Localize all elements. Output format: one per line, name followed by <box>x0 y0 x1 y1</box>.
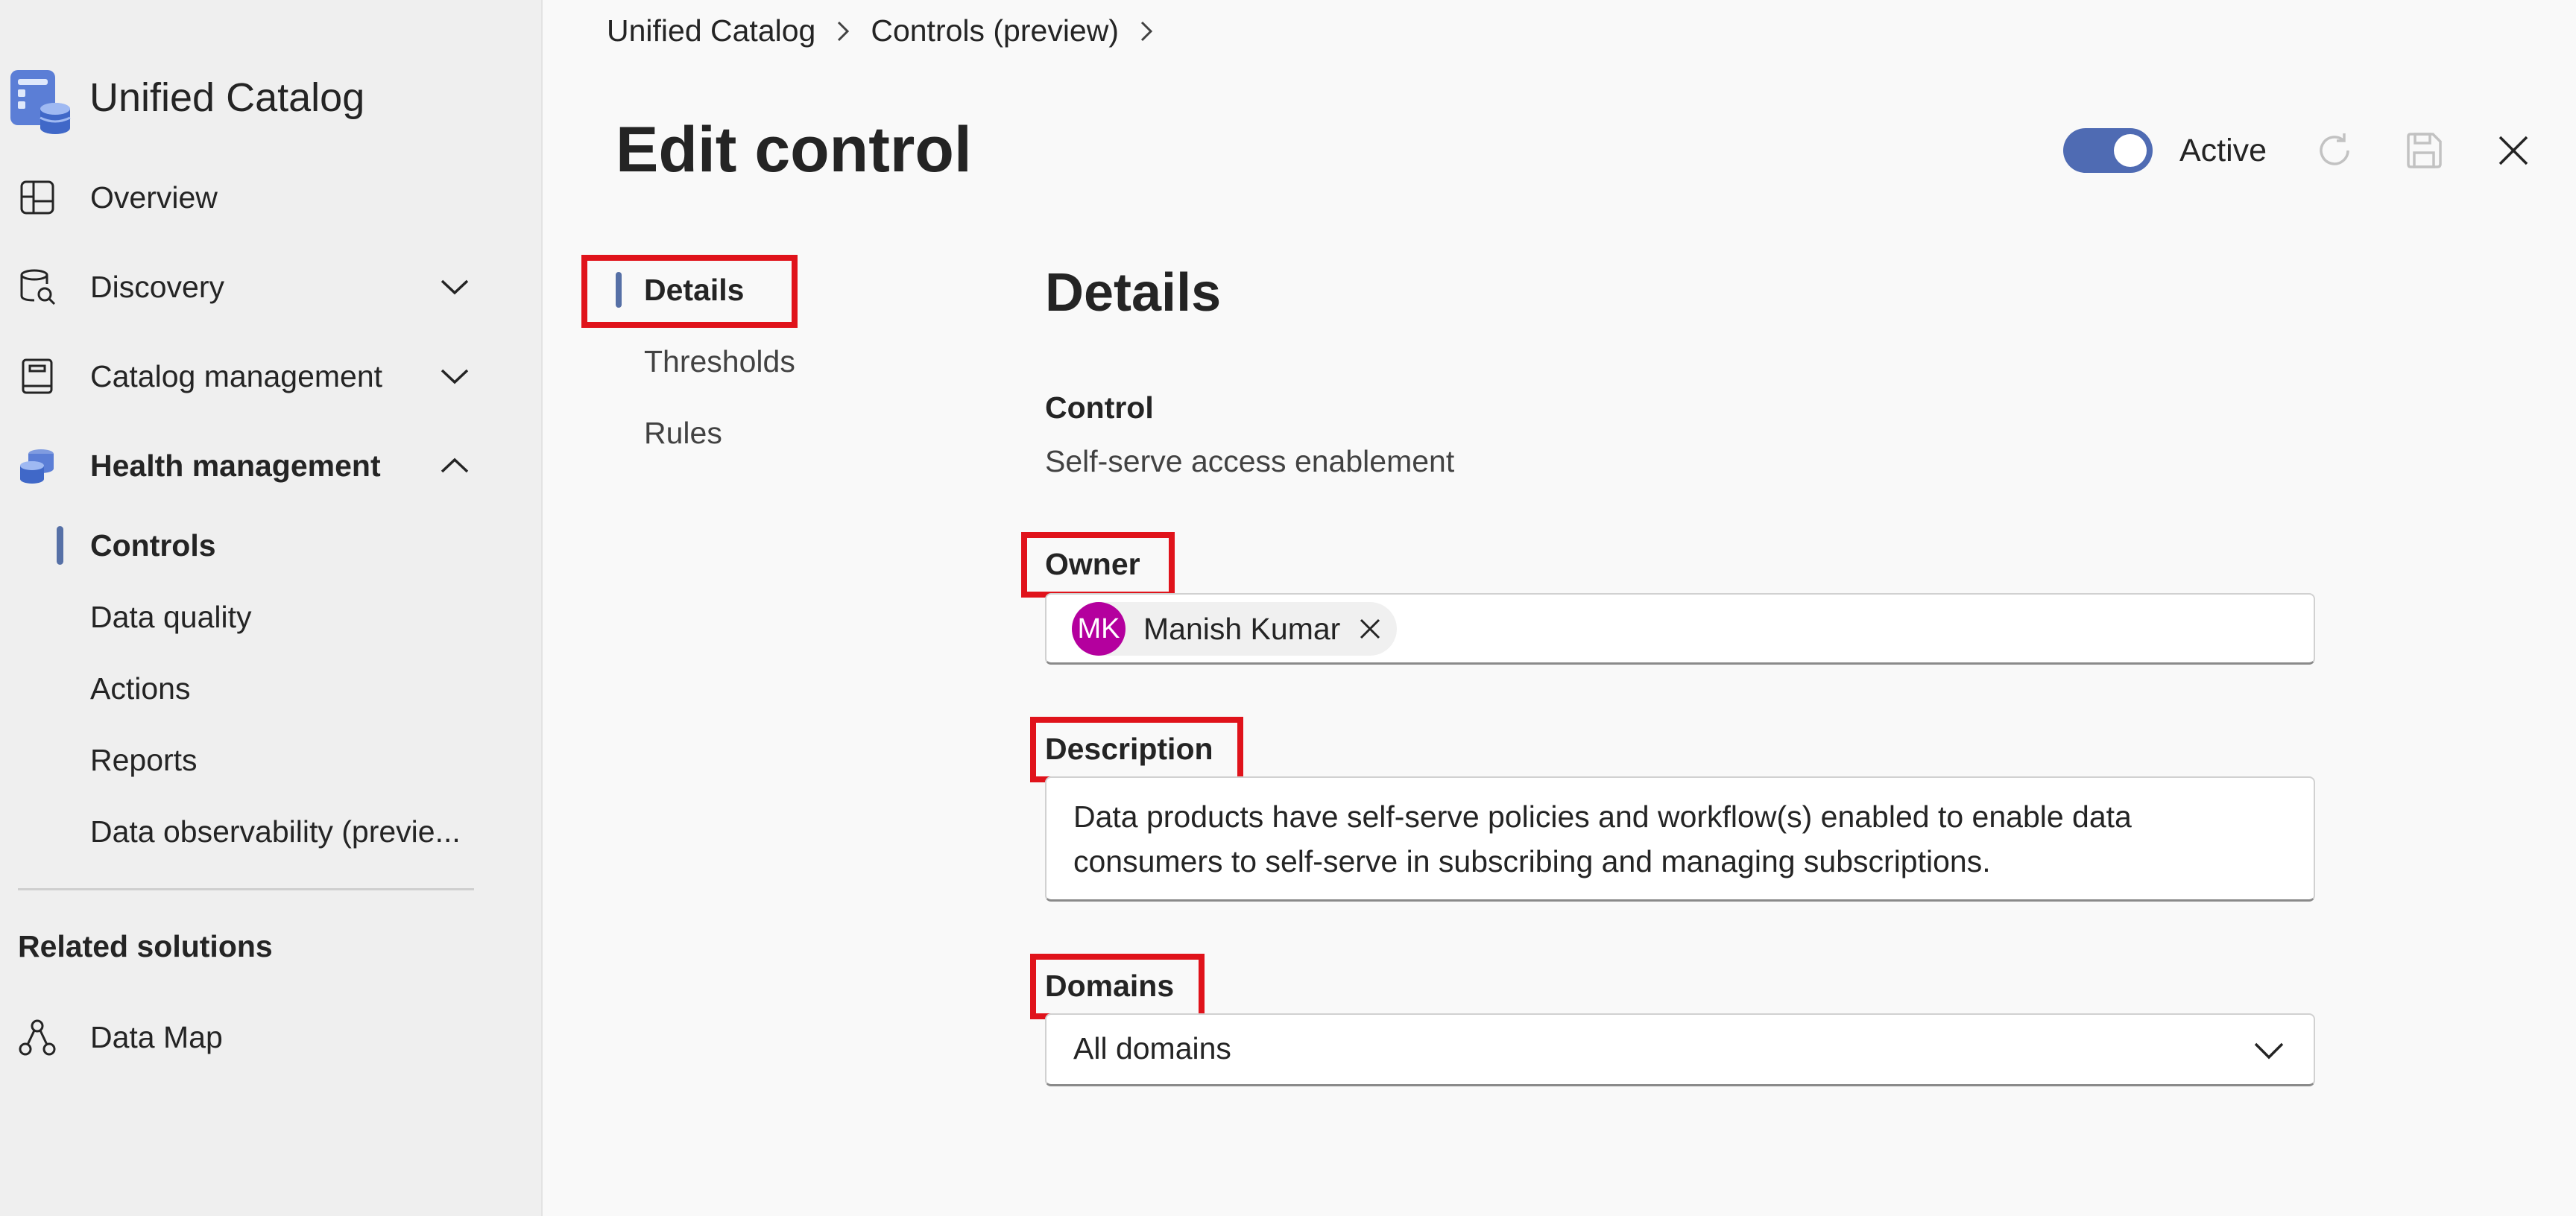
nav-item-overview[interactable]: Overview <box>0 164 492 231</box>
nav-item-health-management[interactable]: Health management <box>0 432 492 499</box>
nav-label: Overview <box>90 180 218 215</box>
close-icon <box>1360 618 1380 639</box>
chevron-up-icon[interactable] <box>435 446 474 485</box>
domains-selected-value: All domains <box>1073 1031 1231 1065</box>
nav-label: Data Map <box>90 1019 223 1054</box>
close-button[interactable] <box>2490 127 2537 174</box>
page-title: Edit control <box>616 114 972 186</box>
description-label: Description <box>1045 732 1213 766</box>
data-map-nodes-icon <box>16 1016 58 1058</box>
owner-picker[interactable]: MK Manish Kumar <box>1045 593 2315 665</box>
database-search-icon <box>16 266 58 308</box>
chevron-right-icon <box>832 20 854 42</box>
sidebar-item-data-observability[interactable]: Data observability (previe... <box>90 805 461 858</box>
save-button[interactable] <box>2400 127 2448 174</box>
database-stack-icon <box>16 445 58 487</box>
avatar: MK <box>1072 602 1126 656</box>
description-text: Data products have self-serve policies a… <box>1073 799 2132 878</box>
save-icon <box>2407 133 2442 168</box>
domains-label: Domains <box>1045 969 1175 1003</box>
chevron-down-icon[interactable] <box>435 267 474 306</box>
active-toggle[interactable] <box>2063 128 2153 173</box>
subnav-item-thresholds[interactable]: Thresholds <box>644 344 795 379</box>
chevron-down-icon[interactable] <box>435 357 474 396</box>
sidebar-item-reports[interactable]: Reports <box>90 734 198 786</box>
refresh-button[interactable] <box>2311 127 2358 174</box>
control-label: Control <box>1045 390 1154 425</box>
chevron-right-icon <box>1135 20 1158 42</box>
app-header[interactable]: Unified Catalog <box>9 67 364 136</box>
active-toggle-label: Active <box>2179 133 2267 168</box>
control-value: Self-serve access enablement <box>1045 444 1455 478</box>
related-solutions-heading: Related solutions <box>18 929 273 963</box>
toggle-knob <box>2114 134 2147 167</box>
owner-name: Manish Kumar <box>1143 611 1341 646</box>
breadcrumb-item-unified-catalog[interactable]: Unified Catalog <box>607 13 815 48</box>
nav-label: Health management <box>90 448 381 483</box>
subnav-item-rules[interactable]: Rules <box>644 416 722 451</box>
catalog-database-icon <box>10 70 71 134</box>
subnav-item-details[interactable]: Details <box>644 273 744 308</box>
dashboard-grid-icon <box>16 177 58 218</box>
chevron-down-icon <box>2251 1033 2287 1068</box>
sidebar-item-actions[interactable]: Actions <box>90 662 190 715</box>
description-field[interactable]: Data products have self-serve policies a… <box>1045 776 2315 902</box>
refresh-icon <box>2320 133 2349 165</box>
owner-label: Owner <box>1045 547 1140 581</box>
breadcrumb: Unified Catalog Controls (preview) <box>607 13 1174 48</box>
sidebar-item-controls[interactable]: Controls <box>90 519 216 571</box>
nav-label: Discovery <box>90 269 224 304</box>
owner-persona-chip: MK Manish Kumar <box>1072 602 1398 656</box>
nav-item-data-map[interactable]: Data Map <box>0 1004 492 1071</box>
close-icon <box>2498 136 2528 165</box>
sidebar-divider <box>18 888 474 890</box>
app-title: Unified Catalog <box>89 75 365 120</box>
breadcrumb-item-controls[interactable]: Controls (preview) <box>871 13 1119 48</box>
active-item-indicator <box>57 526 63 565</box>
sidebar-item-data-quality[interactable]: Data quality <box>90 591 252 643</box>
nav-item-catalog-management[interactable]: Catalog management <box>0 343 492 410</box>
book-icon <box>16 355 58 397</box>
domains-dropdown[interactable]: All domains <box>1045 1013 2315 1086</box>
subnav-active-indicator <box>616 272 622 308</box>
remove-owner-button[interactable] <box>1354 612 1386 645</box>
section-title: Details <box>1045 263 1222 323</box>
left-sidebar: Unified Catalog Overview Discovery Catal… <box>0 0 543 1216</box>
nav-label: Catalog management <box>90 358 383 393</box>
nav-item-discovery[interactable]: Discovery <box>0 253 492 320</box>
